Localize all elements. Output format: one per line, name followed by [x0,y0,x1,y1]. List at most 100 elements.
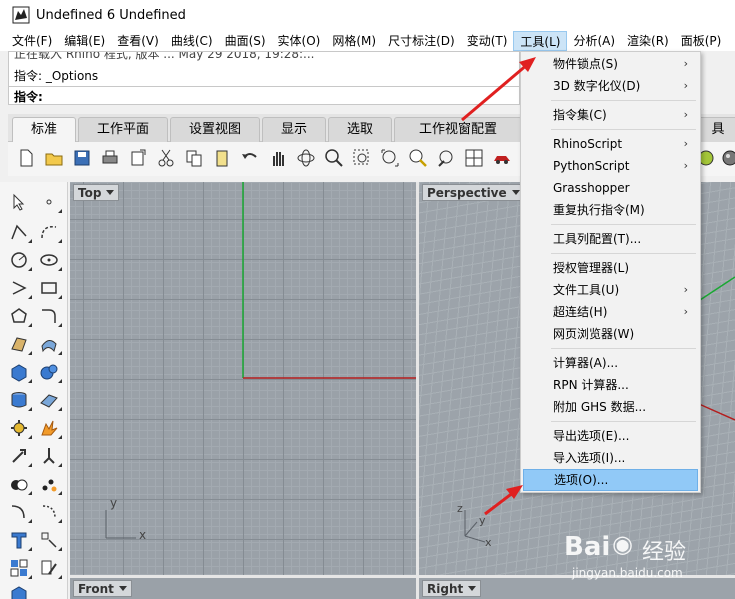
points-cloud-icon[interactable] [36,472,62,496]
zoom-icon[interactable] [322,146,346,170]
menu-render[interactable]: 渲染(R) [621,31,675,51]
polygon-icon[interactable] [6,304,32,328]
open-folder-icon[interactable] [42,146,66,170]
menu-solid[interactable]: 实体(O) [272,31,327,51]
copy-layout-icon[interactable] [126,146,150,170]
menu-item-pythonscript[interactable]: PythonScript › [523,155,698,177]
menu-item-toolbar-layout[interactable]: 工具列配置(T)... [523,228,698,250]
render-box-icon[interactable] [6,582,32,599]
car-render-icon[interactable] [490,146,514,170]
select-arrow-icon[interactable] [6,190,32,214]
dimension-curve-icon[interactable] [6,500,32,524]
menu-surface[interactable]: 曲面(S) [219,31,272,51]
menu-item-export-options[interactable]: 导出选项(E)... [523,425,698,447]
rotate-view-icon[interactable] [294,146,318,170]
undo-view-icon[interactable] [434,146,458,170]
command-input[interactable]: 指令: [8,86,520,105]
title-bar: Undefined 6 Undefined [0,0,735,30]
chevron-down-icon [118,586,127,591]
menu-item-web-browser[interactable]: 网页浏览器(W) [523,323,698,345]
curve-icon[interactable] [36,220,62,244]
submenu-arrow-icon: › [683,305,688,318]
point-icon[interactable] [36,190,62,214]
viewport-front[interactable]: Front [70,578,416,599]
menu-item-hyperlink[interactable]: 超连结(H) › [523,301,698,323]
viewport-top-label[interactable]: Top [73,184,120,201]
menu-file[interactable]: 文件(F) [6,31,58,51]
ellipse-icon[interactable] [36,248,62,272]
menu-view[interactable]: 查看(V) [111,31,165,51]
submenu-arrow-icon: › [683,159,688,172]
save-icon[interactable] [70,146,94,170]
menu-item-repeat-command[interactable]: 重复执行指令(M) [523,199,698,221]
menu-curve[interactable]: 曲线(C) [165,31,219,51]
menu-mesh[interactable]: 网格(M) [326,31,382,51]
zoom-selected-icon[interactable] [406,146,430,170]
transform-move-icon[interactable] [6,444,32,468]
zoom-window-icon[interactable] [350,146,374,170]
fillet-curve-icon[interactable] [36,304,62,328]
menu-item-calculator[interactable]: 计算器(A)... [523,352,698,374]
render-sphere-icon[interactable] [718,146,735,170]
undo-icon[interactable] [238,146,262,170]
sphere-solid-icon[interactable] [36,360,62,384]
menu-tools[interactable]: 工具(L) [513,30,568,51]
tab-viewport-layout[interactable]: 工作视窗配置 [394,117,522,142]
gear-solid-icon[interactable] [6,416,32,440]
zoom-extents-icon[interactable] [378,146,402,170]
tab-select[interactable]: 选取 [328,117,392,142]
circle-icon[interactable] [6,248,32,272]
text-object-icon[interactable] [6,528,32,552]
mesh-plane-icon[interactable] [36,388,62,412]
viewport-divider-vertical[interactable] [416,182,419,599]
tab-set-view[interactable]: 设置视图 [170,117,260,142]
array-icon[interactable] [36,444,62,468]
viewport-perspective-label[interactable]: Perspective [422,184,525,201]
surface-extrude-icon[interactable] [36,332,62,356]
menu-item-commands[interactable]: 指令集(C) › [523,104,698,126]
explode-icon[interactable] [36,416,62,440]
persp-axis-x: x [485,536,492,549]
menu-item-osnap[interactable]: 物件锁点(S) › [523,53,698,75]
pan-hand-icon[interactable] [266,146,290,170]
boolean-union-icon[interactable] [6,472,32,496]
menu-dimension[interactable]: 尺寸标注(D) [382,31,461,51]
tab-standard[interactable]: 标准 [12,117,76,143]
box-solid-icon[interactable] [6,360,32,384]
menu-edit[interactable]: 编辑(E) [58,31,111,51]
menu-item-license-manager[interactable]: 授权管理器(L) [523,257,698,279]
edit-pencil-icon[interactable] [36,556,62,580]
menu-transform[interactable]: 变动(T) [461,31,514,51]
four-viewports-icon[interactable] [462,146,486,170]
block-icon[interactable] [36,528,62,552]
new-file-icon[interactable] [14,146,38,170]
rectangle-icon[interactable] [36,276,62,300]
menu-item-options[interactable]: 选项(O)... [523,469,698,491]
print-icon[interactable] [98,146,122,170]
paste-icon[interactable] [210,146,234,170]
layout-grid-icon[interactable] [6,556,32,580]
menu-panels[interactable]: 面板(P) [675,31,728,51]
menu-item-grasshopper[interactable]: Grasshopper [523,177,698,199]
submenu-arrow-icon: › [683,137,688,150]
viewport-right-label[interactable]: Right [422,580,482,597]
menu-item-attach-ghs-data[interactable]: 附加 GHS 数据... [523,396,698,418]
menu-analyze[interactable]: 分析(A) [567,31,621,51]
tab-display[interactable]: 显示 [262,117,326,142]
surface-corner-icon[interactable] [6,332,32,356]
viewport-top[interactable]: y x Top [70,182,416,575]
tab-cplanes[interactable]: 工作平面 [78,117,168,142]
cut-icon[interactable] [154,146,178,170]
menu-item-file-utilities[interactable]: 文件工具(U) › [523,279,698,301]
copy-icon[interactable] [182,146,206,170]
tab-partial[interactable]: 具 [698,117,735,142]
viewport-front-label[interactable]: Front [73,580,132,597]
menu-item-import-options[interactable]: 导入选项(I)... [523,447,698,469]
menu-item-rhinoscript[interactable]: RhinoScript › [523,133,698,155]
menu-item-rpn-calculator[interactable]: RPN 计算器... [523,374,698,396]
arc-icon[interactable] [6,276,32,300]
menu-item-digitizer[interactable]: 3D 数字化仪(D) › [523,75,698,97]
dimension-arc-icon[interactable] [36,500,62,524]
polyline-icon[interactable] [6,220,32,244]
cylinder-icon[interactable] [6,388,32,412]
